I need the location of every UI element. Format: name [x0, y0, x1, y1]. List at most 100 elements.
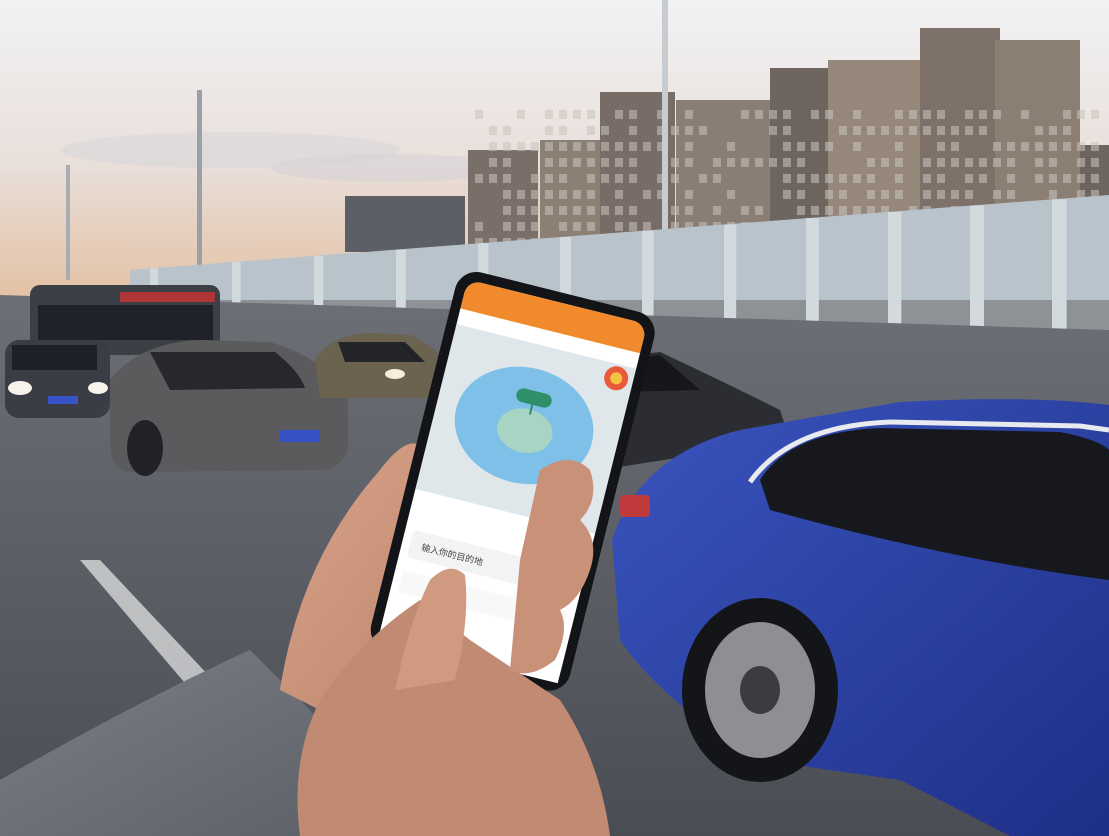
window: [1035, 158, 1043, 167]
window: [1063, 174, 1071, 183]
lamp-pole: [66, 165, 70, 280]
window: [811, 206, 819, 215]
window: [615, 206, 623, 215]
window: [643, 222, 651, 231]
window: [629, 142, 637, 151]
window: [993, 142, 1001, 151]
window: [895, 126, 903, 135]
window: [797, 142, 805, 151]
window: [965, 110, 973, 119]
window: [1063, 126, 1071, 135]
window: [951, 158, 959, 167]
window: [615, 110, 623, 119]
window: [587, 222, 595, 231]
window: [615, 190, 623, 199]
window: [1035, 174, 1043, 183]
window: [685, 142, 693, 151]
window: [713, 206, 721, 215]
window: [923, 158, 931, 167]
window: [1091, 158, 1099, 167]
window: [923, 190, 931, 199]
window: [1077, 110, 1085, 119]
window: [965, 190, 973, 199]
window: [783, 126, 791, 135]
window: [531, 222, 539, 231]
window: [601, 126, 609, 135]
window: [769, 158, 777, 167]
window: [755, 206, 763, 215]
window: [909, 126, 917, 135]
window: [489, 158, 497, 167]
window: [531, 174, 539, 183]
window: [755, 158, 763, 167]
window: [811, 174, 819, 183]
car-left: [5, 340, 110, 418]
lamp-pole: [197, 90, 202, 280]
window: [573, 222, 581, 231]
window: [1007, 158, 1015, 167]
window: [867, 190, 875, 199]
window: [559, 206, 567, 215]
window: [797, 190, 805, 199]
window: [951, 126, 959, 135]
window: [573, 190, 581, 199]
window: [615, 158, 623, 167]
window: [1077, 174, 1085, 183]
window: [587, 190, 595, 199]
window: [783, 110, 791, 119]
window: [573, 110, 581, 119]
window: [671, 206, 679, 215]
window: [587, 206, 595, 215]
window: [685, 158, 693, 167]
window: [671, 174, 679, 183]
window: [671, 158, 679, 167]
window: [937, 158, 945, 167]
window: [545, 174, 553, 183]
lamp-pole: [662, 0, 668, 230]
window: [923, 110, 931, 119]
window: [713, 174, 721, 183]
window: [559, 174, 567, 183]
window: [769, 110, 777, 119]
window: [727, 142, 735, 151]
window: [615, 222, 623, 231]
window: [685, 110, 693, 119]
window: [993, 190, 1001, 199]
window: [937, 126, 945, 135]
window: [489, 174, 497, 183]
window: [587, 110, 595, 119]
window: [503, 222, 511, 231]
window: [965, 126, 973, 135]
window: [853, 174, 861, 183]
window: [755, 110, 763, 119]
window: [573, 142, 581, 151]
window: [839, 190, 847, 199]
window: [979, 110, 987, 119]
window: [629, 110, 637, 119]
window: [937, 142, 945, 151]
window: [545, 142, 553, 151]
window: [1077, 158, 1085, 167]
window: [783, 158, 791, 167]
window: [979, 174, 987, 183]
window: [587, 142, 595, 151]
window: [741, 206, 749, 215]
window: [825, 206, 833, 215]
window: [559, 142, 567, 151]
window: [475, 222, 483, 231]
window: [741, 110, 749, 119]
window: [909, 110, 917, 119]
window: [1021, 142, 1029, 151]
window: [699, 174, 707, 183]
window: [965, 158, 973, 167]
window: [853, 206, 861, 215]
window: [951, 190, 959, 199]
window: [587, 174, 595, 183]
window: [881, 126, 889, 135]
window: [489, 142, 497, 151]
window: [867, 126, 875, 135]
window: [517, 142, 525, 151]
window: [895, 110, 903, 119]
window: [867, 158, 875, 167]
window: [629, 174, 637, 183]
